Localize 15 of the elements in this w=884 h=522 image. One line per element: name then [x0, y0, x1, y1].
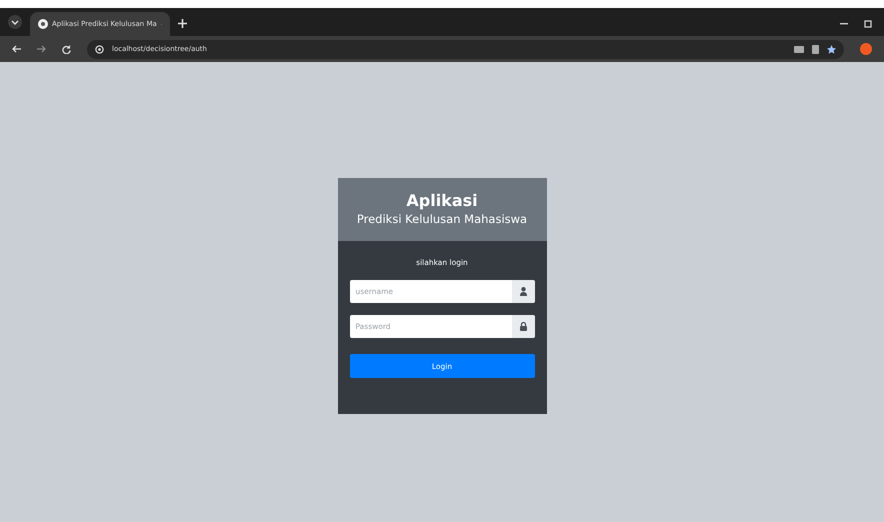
site-icon — [38, 19, 48, 29]
minimize-icon[interactable] — [840, 23, 848, 25]
lock-icon — [520, 322, 526, 332]
new-tab-icon[interactable] — [178, 19, 187, 28]
forward-icon[interactable] — [37, 45, 46, 53]
tab-search-icon[interactable] — [8, 15, 22, 29]
card-subtitle: Prediksi Kelulusan Mahasiswa — [356, 210, 528, 228]
maximize-icon[interactable] — [864, 20, 872, 28]
profile-avatar-icon[interactable] — [860, 43, 872, 55]
user-icon — [520, 287, 526, 296]
back-icon[interactable] — [12, 45, 21, 53]
card-title: Aplikasi — [406, 190, 478, 211]
reload-icon[interactable] — [62, 44, 71, 54]
star-icon[interactable] — [827, 44, 836, 54]
site-info-icon[interactable] — [95, 44, 104, 54]
